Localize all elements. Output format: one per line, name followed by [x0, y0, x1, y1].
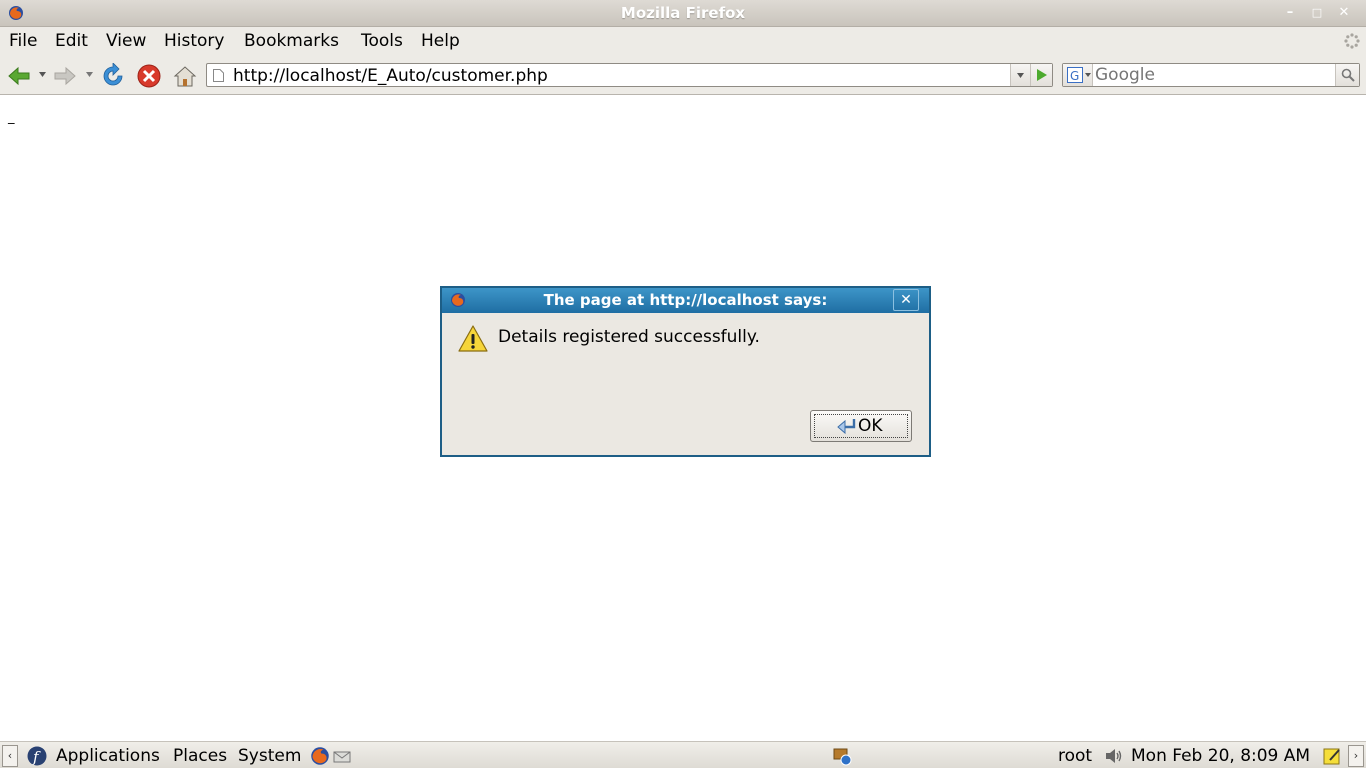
window-title: Mozilla Firefox	[620, 4, 746, 22]
applications-menu[interactable]: Applications	[56, 746, 160, 766]
chevron-down-icon	[1017, 73, 1024, 78]
go-button[interactable]	[1030, 64, 1052, 86]
search-button[interactable]	[1335, 64, 1359, 86]
notes-icon[interactable]	[1322, 746, 1342, 766]
menu-view[interactable]: View	[106, 31, 146, 51]
dialog-close-button[interactable]: ✕	[893, 289, 919, 311]
firefox-launcher-icon[interactable]	[310, 746, 330, 766]
close-window-button[interactable]: ✕	[1334, 3, 1354, 23]
ok-button-label: OK	[858, 416, 883, 436]
play-arrow-icon	[1037, 69, 1047, 81]
google-icon: G	[1067, 67, 1083, 83]
mail-client-icon[interactable]	[332, 746, 352, 766]
url-text[interactable]: http://localhost/E_Auto/customer.php	[233, 66, 548, 86]
throbber-icon	[1344, 33, 1360, 49]
volume-icon[interactable]	[1103, 746, 1123, 766]
menu-bar: File Edit View History Bookmarks Tools H…	[0, 27, 1366, 55]
menu-bookmarks[interactable]: Bookmarks	[244, 31, 339, 51]
clock[interactable]: Mon Feb 20, 8:09 AM	[1131, 746, 1310, 766]
forward-arrow-icon[interactable]	[52, 63, 78, 89]
search-engine-selector[interactable]: G	[1063, 64, 1093, 86]
dialog-titlebar: The page at http://localhost says: ✕	[442, 288, 929, 313]
menu-file[interactable]: File	[9, 31, 37, 51]
bottom-panel: ‹ f Applications Places System root Mon …	[0, 741, 1366, 768]
search-input[interactable]	[1095, 65, 1333, 85]
menu-help[interactable]: Help	[421, 31, 460, 51]
system-menu[interactable]: System	[238, 746, 301, 766]
navigation-toolbar: http://localhost/E_Auto/customer.php G	[0, 55, 1366, 95]
forward-history-dropdown-icon[interactable]	[86, 72, 93, 77]
alert-dialog: The page at http://localhost says: ✕ Det…	[440, 286, 931, 457]
fedora-icon[interactable]: f	[27, 746, 47, 766]
panel-scroll-right-button[interactable]: ›	[1348, 745, 1364, 767]
stop-icon[interactable]	[136, 63, 162, 89]
back-arrow-icon[interactable]	[6, 63, 32, 89]
url-bar[interactable]: http://localhost/E_Auto/customer.php	[206, 63, 1053, 87]
window-titlebar: Mozilla Firefox – □ ✕	[0, 0, 1366, 27]
dialog-title: The page at http://localhost says:	[543, 291, 828, 309]
enter-key-icon	[837, 419, 856, 435]
panel-scroll-left-button[interactable]: ‹	[2, 745, 18, 767]
magnifier-icon	[1341, 68, 1355, 82]
home-icon[interactable]	[172, 63, 198, 89]
places-menu[interactable]: Places	[173, 746, 227, 766]
url-history-dropdown[interactable]	[1010, 64, 1030, 86]
ok-button[interactable]: OK	[810, 410, 912, 442]
dialog-message: Details registered successfully.	[498, 327, 760, 347]
username-label: root	[1058, 746, 1093, 766]
page-icon	[213, 69, 224, 82]
reload-icon[interactable]	[100, 63, 126, 89]
chevron-down-icon	[1085, 73, 1091, 77]
svg-text:G: G	[1070, 69, 1079, 83]
maximize-button[interactable]: □	[1307, 3, 1327, 23]
back-history-dropdown-icon[interactable]	[39, 72, 46, 77]
menu-edit[interactable]: Edit	[55, 31, 88, 51]
warning-icon	[458, 325, 488, 352]
menu-history[interactable]: History	[164, 31, 224, 51]
page-text: _	[8, 110, 15, 125]
minimize-button[interactable]: –	[1280, 3, 1300, 23]
menu-tools[interactable]: Tools	[361, 31, 403, 51]
search-bar[interactable]: G	[1062, 63, 1360, 87]
update-notifier-icon[interactable]	[832, 746, 852, 766]
